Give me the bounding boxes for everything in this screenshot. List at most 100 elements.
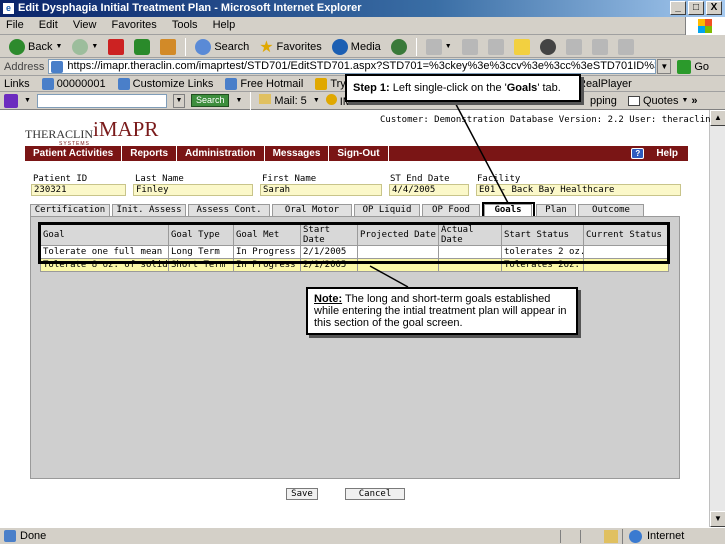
chat-button[interactable] [615,37,637,57]
tab-oral-motor[interactable]: Oral Motor [272,204,352,216]
refresh-icon [134,38,151,55]
link-label: 00000001 [56,77,106,90]
back-button[interactable]: Back ▼ [6,37,65,57]
status-bar: Done Internet [0,527,725,544]
nav-patient-activities[interactable]: Patient Activities [25,146,123,161]
close-button[interactable]: X [706,1,722,15]
chat-icon [617,38,634,55]
internet-globe-icon [629,529,642,543]
print-button[interactable] [459,37,481,57]
tab-outcome[interactable]: Outcome [578,204,644,216]
menu-bar: File Edit View Favorites Tools Help [0,17,725,35]
forward-button[interactable]: ▼ [69,37,101,57]
link-00000001[interactable]: 00000001 [41,77,106,90]
tab-certification[interactable]: Certification [30,204,110,216]
address-dropdown-button[interactable]: ▼ [657,59,672,74]
st-end-date-field: 4/4/2005 [389,184,469,196]
link-customize-links[interactable]: Customize Links [117,77,214,90]
minimize-button[interactable]: _ [670,1,686,15]
help-link[interactable]: ? Help [631,146,678,161]
first-name-field: Sarah [260,184,382,196]
nav-messages[interactable]: Messages [265,146,330,161]
history-button[interactable] [388,37,410,57]
messenger-icon [565,38,582,55]
back-arrow-icon [9,38,25,55]
toolbar-search-dropdown[interactable]: ▼ [172,93,185,108]
toolbar-quotes[interactable]: Quotes ▼» [628,95,698,107]
link-icon [315,77,328,90]
menu-favorites[interactable]: Favorites [106,17,163,31]
step-prefix: Step 1: [353,82,390,94]
toolbar-mail[interactable]: Mail: 5 [259,94,307,107]
link-realplayer[interactable]: RealPlayer [578,78,632,90]
menu-tools[interactable]: Tools [166,17,204,31]
link-label: Customize Links [132,77,214,90]
link-icon [41,77,54,90]
toolbar-mail-label: Mail: 5 [274,95,307,107]
toolbar-search-input[interactable] [36,93,167,108]
search-button[interactable]: Search [192,37,252,57]
help-icon: ? [631,148,645,159]
stop-button[interactable] [105,37,127,57]
windows-logo-icon [685,17,725,35]
cancel-button[interactable]: Cancel [345,488,405,500]
vertical-scrollbar[interactable]: ▲ ▼ [709,110,725,527]
go-button[interactable]: Go [677,59,709,74]
toolbar-search-button[interactable]: Search [190,94,230,107]
status-cell [560,529,580,543]
step-callout: Step 1: Left single-click on the 'Goals'… [345,74,581,102]
facility-label: Facility [477,174,521,184]
mail-envelope-icon [259,94,272,104]
link-label: Free Hotmail [240,77,304,90]
edit-button[interactable] [485,37,507,57]
favorites-star-icon: ★ [259,38,274,56]
scroll-up-button[interactable]: ▲ [710,110,725,126]
tab-init-assess[interactable]: Init. Assess [112,204,186,216]
favorites-button[interactable]: ★ Favorites [256,37,325,57]
note-prefix: Note: [314,293,343,305]
messenger-button[interactable] [563,37,585,57]
goals-table-highlight [38,222,670,264]
step-text-c: ' tab. [537,82,561,94]
media-label: Media [350,40,381,53]
menu-view[interactable]: View [67,17,103,31]
tab-plan[interactable]: Plan [536,204,576,216]
tab-assess-cont[interactable]: Assess Cont. [188,204,270,216]
link-icon [225,77,238,90]
last-name-label: Last Name [135,174,184,184]
links-label: Links [4,77,30,90]
discuss-button[interactable] [511,37,533,57]
address-input[interactable]: https://imapr.theraclin.com/imaprtest/ST… [48,59,657,74]
menu-file[interactable]: File [0,17,30,31]
media-button[interactable]: Media [329,37,384,57]
nav-reports[interactable]: Reports [122,146,178,161]
search-icon [195,38,212,55]
tab-op-food[interactable]: OP Food [422,204,480,216]
scroll-down-button[interactable]: ▼ [710,511,725,527]
research-button[interactable] [537,37,559,57]
nav-sign-out[interactable]: Sign-Out [329,146,389,161]
save-button[interactable]: Save [286,488,318,500]
search-label: Search [214,40,250,53]
tools-button[interactable] [589,37,611,57]
menu-edit[interactable]: Edit [33,17,64,31]
tab-op-liquid[interactable]: OP Liquid [354,204,420,216]
link-icon [117,77,130,90]
home-button[interactable] [157,37,179,57]
nav-administration[interactable]: Administration [177,146,265,161]
mail-button[interactable]: ▼ [423,37,455,57]
zone-label: Internet [647,530,685,542]
refresh-button[interactable] [131,37,153,57]
security-zone: Internet [622,528,685,544]
window-controls: _ □ X [670,1,722,15]
treatment-plan-tabs: Certification Init. Assess Assess Cont. … [30,204,680,216]
link-free-hotmail[interactable]: Free Hotmail [225,77,304,90]
toolbar-shopping[interactable]: pping [590,95,617,107]
status-cell [580,529,600,543]
home-icon [160,38,177,55]
menu-help[interactable]: Help [207,17,242,31]
first-name-label: First Name [262,174,317,184]
maximize-button[interactable]: □ [688,1,704,15]
patient-id-field: 230321 [31,184,126,196]
app-nav-bar: Patient Activities Reports Administratio… [25,146,688,161]
